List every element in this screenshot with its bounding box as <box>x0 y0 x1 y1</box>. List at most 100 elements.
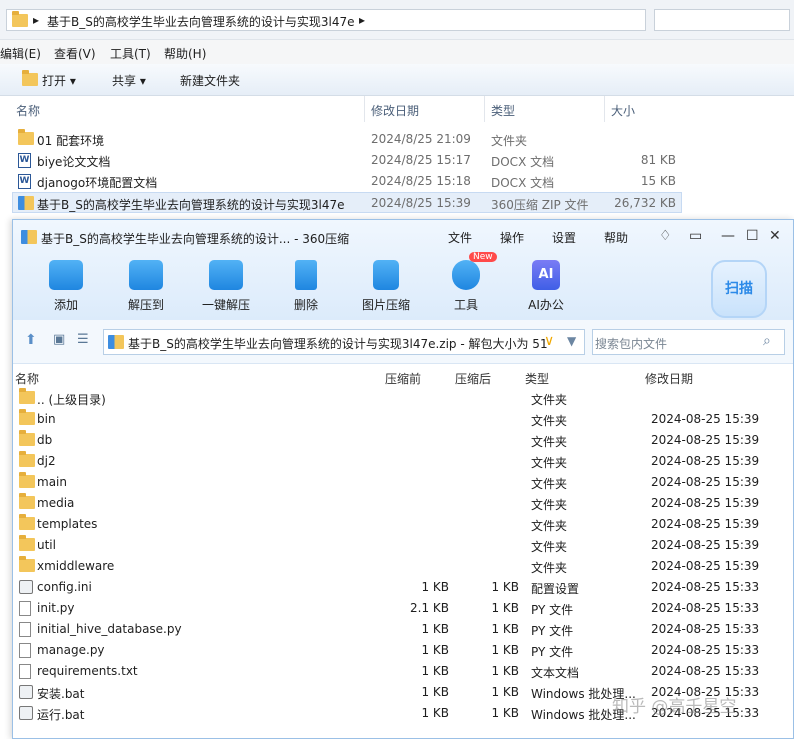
open-button[interactable]: 打开 ▾ <box>42 72 76 89</box>
zip-menu-action[interactable]: 操作 <box>500 229 524 246</box>
cell-name: dj2 <box>37 454 56 468</box>
zip-archive-icon <box>18 196 34 210</box>
cell-packed: 1 KB <box>421 622 449 636</box>
cell-unpacked: 1 KB <box>491 685 519 699</box>
cell-type: 文件夹 <box>531 435 568 449</box>
folder-icon <box>19 514 35 530</box>
table-row[interactable]: .. (上级目录) 文件夹 <box>13 388 793 409</box>
cell-date: 2024-08-25 15:39 <box>651 538 760 552</box>
skin-icon[interactable]: ♢ <box>659 228 672 244</box>
menu-tools[interactable]: 工具(T) <box>110 45 151 62</box>
list-item[interactable]: W biye论文文档 2024/8/25 15:17 DOCX 文档 81 KB <box>12 150 682 171</box>
feedback-icon[interactable]: ▭ <box>689 228 702 244</box>
list-item-selected[interactable]: 基于B_S的高校学生毕业去向管理系统的设计与实现3l47e 2024/8/25 … <box>12 192 682 213</box>
cell-type: 文件夹 <box>531 519 568 533</box>
thumbnail-view-icon[interactable]: ▣ <box>53 332 65 347</box>
menu-view[interactable]: 查看(V) <box>54 45 96 62</box>
zip-menu-file[interactable]: 文件 <box>448 229 472 246</box>
ai-icon: AI <box>532 260 560 290</box>
column-date[interactable]: 修改日期 <box>645 370 693 387</box>
extract-to-button[interactable]: 解压到 <box>111 260 181 320</box>
table-row[interactable]: util 文件夹 2024-08-25 15:39 <box>13 535 793 556</box>
folder-icon <box>18 129 34 145</box>
explorer-toolbar: 打开 ▾ 共享 ▾ 新建文件夹 <box>0 64 794 96</box>
cell-date: 2024-08-25 15:33 <box>651 664 760 678</box>
table-row[interactable]: main 文件夹 2024-08-25 15:39 <box>13 472 793 493</box>
menu-edit[interactable]: 编辑(E) <box>0 45 41 62</box>
maximize-button[interactable]: ☐ <box>746 228 759 244</box>
table-row[interactable]: initial_hive_database.py 1 KB 1 KB PY 文件 202… <box>13 619 793 640</box>
table-row[interactable]: db 文件夹 2024-08-25 15:39 <box>13 430 793 451</box>
cell-unpacked: 1 KB <box>491 706 519 720</box>
cell-type: PY 文件 <box>531 624 574 638</box>
cell-type: 文件夹 <box>531 561 568 575</box>
cell-name: .. (上级目录) <box>37 393 106 407</box>
column-date[interactable]: 修改日期 <box>371 102 419 119</box>
breadcrumb-item[interactable]: 基于B_S的高校学生毕业去向管理系统的设计与实现3l47e <box>47 13 354 30</box>
delete-button[interactable]: 删除 <box>271 260 341 320</box>
share-button[interactable]: 共享 ▾ <box>112 72 146 89</box>
add-button[interactable]: 添加 <box>31 260 101 320</box>
ai-office-button[interactable]: AI AI办公 <box>511 260 581 320</box>
zip-archive-icon <box>21 230 37 244</box>
column-packed[interactable]: 压缩前 <box>385 370 421 387</box>
zip-menu-settings[interactable]: 设置 <box>552 229 576 246</box>
cell-name: bin <box>37 412 56 426</box>
chevron-right-icon[interactable]: ▸ <box>359 13 365 27</box>
cell-date: 2024-08-25 15:39 <box>651 412 760 426</box>
zip-menu-help[interactable]: 帮助 <box>604 229 628 246</box>
cell-date: 2024-08-25 15:39 <box>651 496 760 510</box>
add-icon <box>49 260 83 290</box>
cell-date: 2024-08-25 15:39 <box>651 454 760 468</box>
column-name[interactable]: 名称 <box>16 102 40 119</box>
explorer-column-header: 名称 修改日期 类型 大小 <box>0 96 794 122</box>
table-row[interactable]: bin 文件夹 2024-08-25 15:39 <box>13 409 793 430</box>
tools-icon <box>452 260 480 290</box>
table-row[interactable]: init.py 2.1 KB 1 KB PY 文件 2024-08-25 15:33 <box>13 598 793 619</box>
table-row[interactable]: xmiddleware 文件夹 2024-08-25 15:39 <box>13 556 793 577</box>
explorer-search-input[interactable] <box>654 9 790 31</box>
column-name[interactable]: 名称 <box>15 370 39 387</box>
zip-path-bar: ⬆ ▣ ☰ 基于B_S的高校学生毕业去向管理系统的设计与实现3l47e.zip … <box>13 320 793 364</box>
close-button[interactable]: ✕ <box>769 228 781 244</box>
explorer-address-bar: ▸ 基于B_S的高校学生毕业去向管理系统的设计与实现3l47e ▸ <box>0 0 794 40</box>
list-item[interactable]: W djanogo环境配置文档 2024/8/25 15:18 DOCX 文档 … <box>12 171 682 192</box>
table-row[interactable]: manage.py 1 KB 1 KB PY 文件 2024-08-25 15:33 <box>13 640 793 661</box>
zip-window: 基于B_S的高校学生毕业去向管理系统的设计... - 360压缩 文件 操作 设… <box>12 219 794 739</box>
list-item[interactable]: 01 配套环境 2024/8/25 21:09 文件夹 <box>12 129 682 150</box>
column-type[interactable]: 类型 <box>525 370 549 387</box>
chevron-down-icon[interactable]: ∨ <box>544 333 554 349</box>
search-icon[interactable]: ⌕ <box>763 333 771 349</box>
one-click-extract-button[interactable]: 一键解压 <box>191 260 261 320</box>
up-arrow-icon[interactable]: ⬆ <box>25 332 37 348</box>
file-icon <box>19 643 31 658</box>
cell-type: PY 文件 <box>531 645 574 659</box>
cell-name: 安装.bat <box>37 687 85 701</box>
breadcrumb[interactable]: ▸ 基于B_S的高校学生毕业去向管理系统的设计与实现3l47e ▸ <box>6 9 646 31</box>
column-unpacked[interactable]: 压缩后 <box>455 370 491 387</box>
cell-type: 配置设置 <box>531 582 580 596</box>
new-folder-button[interactable]: 新建文件夹 <box>180 72 240 89</box>
list-view-icon[interactable]: ☰ <box>77 332 89 347</box>
table-row[interactable]: media 文件夹 2024-08-25 15:39 <box>13 493 793 514</box>
cell-unpacked: 1 KB <box>491 580 519 594</box>
dropdown-arrow-icon[interactable]: ▼ <box>567 334 576 348</box>
cell-date: 2024-08-25 15:39 <box>651 433 760 447</box>
image-icon <box>373 260 399 290</box>
image-compress-button[interactable]: 图片压缩 <box>351 260 421 320</box>
archive-path-input[interactable]: 基于B_S的高校学生毕业去向管理系统的设计与实现3l47e.zip - 解包大小… <box>103 329 585 355</box>
table-row[interactable]: dj2 文件夹 2024-08-25 15:39 <box>13 451 793 472</box>
table-row[interactable]: templates 文件夹 2024-08-25 15:39 <box>13 514 793 535</box>
menu-help[interactable]: 帮助(H) <box>164 45 206 62</box>
minimize-button[interactable]: — <box>721 228 735 244</box>
tools-button[interactable]: 工具 <box>431 260 501 320</box>
column-type[interactable]: 类型 <box>491 102 515 119</box>
search-input[interactable]: 搜索包内文件 ⌕ <box>592 329 785 355</box>
bat-file-icon <box>19 685 33 699</box>
table-row[interactable]: config.ini 1 KB 1 KB 配置设置 2024-08-25 15:33 <box>13 577 793 598</box>
scan-button[interactable]: 扫描 <box>711 260 767 318</box>
cell-date: 2024-08-25 15:33 <box>651 601 760 615</box>
extract-folder-icon <box>129 260 163 290</box>
column-size[interactable]: 大小 <box>611 102 635 119</box>
table-row[interactable]: requirements.txt 1 KB 1 KB 文本文档 2024-08-25 1… <box>13 661 793 682</box>
